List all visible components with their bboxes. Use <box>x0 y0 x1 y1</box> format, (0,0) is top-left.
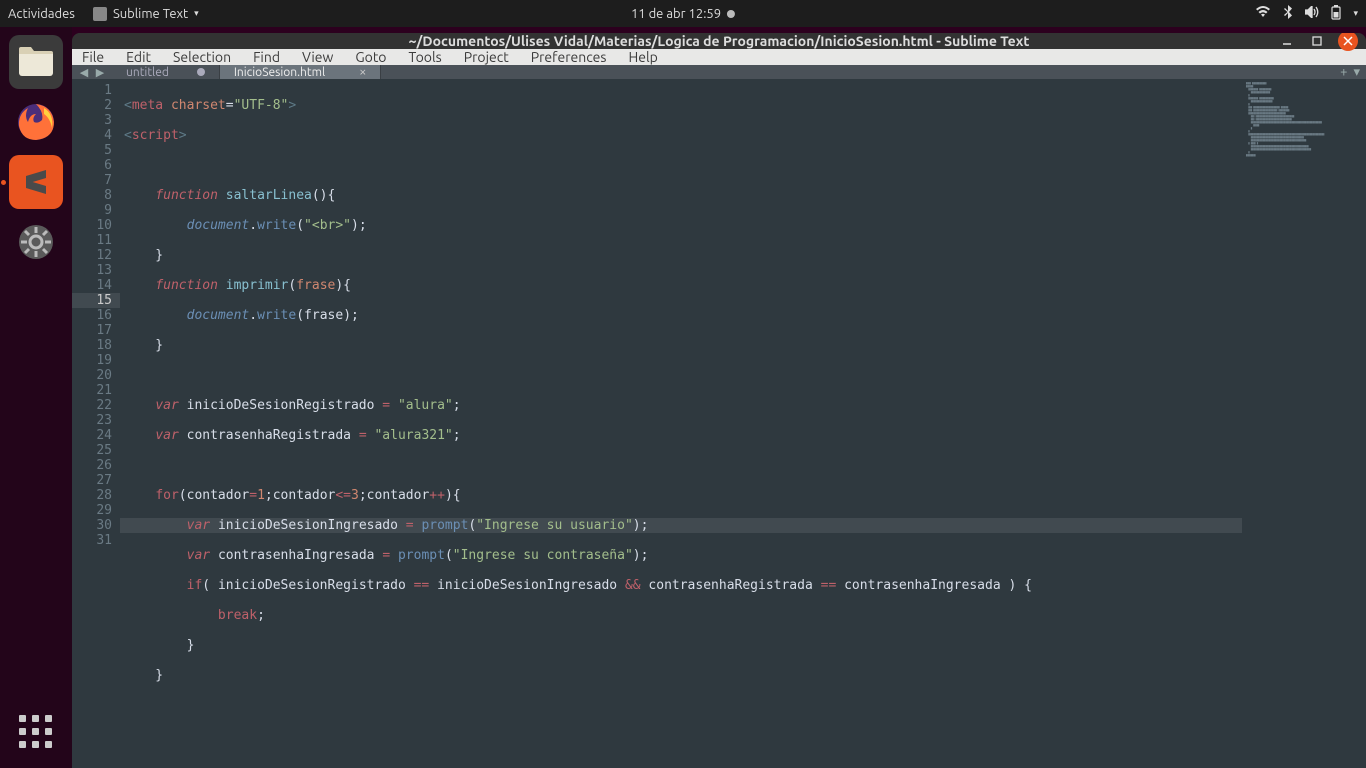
tabbar: ◀ ▶ untitled InicioSesion.html × + ▾ <box>72 65 1366 79</box>
ubuntu-dock <box>0 27 72 768</box>
gnome-topbar: Actividades Sublime Text ▾ 11 de abr 12:… <box>0 0 1366 27</box>
menu-find[interactable]: Find <box>253 49 280 65</box>
dock-sublime[interactable] <box>9 155 63 209</box>
show-applications-button[interactable] <box>12 708 60 756</box>
menu-project[interactable]: Project <box>464 49 509 65</box>
tab-nav-back-icon[interactable]: ◀ <box>80 66 88 79</box>
chevron-down-icon: ▾ <box>194 8 199 19</box>
menu-tools[interactable]: Tools <box>409 49 442 65</box>
close-tab-icon[interactable]: × <box>359 65 366 79</box>
minimap-content: ████ ████████████ ██████ ████████ ██████… <box>1246 83 1348 158</box>
menu-edit[interactable]: Edit <box>126 49 151 65</box>
dock-files[interactable] <box>9 35 63 89</box>
sublime-window: ~/Documentos/Ulises Vidal/Materias/Logic… <box>72 33 1366 768</box>
tab-untitled[interactable]: untitled <box>112 65 220 79</box>
topbar-app-menu[interactable]: Sublime Text ▾ <box>93 7 199 21</box>
menu-preferences[interactable]: Preferences <box>531 49 607 65</box>
menu-selection[interactable]: Selection <box>173 49 231 65</box>
sublime-icon <box>93 7 107 21</box>
topbar-clock[interactable]: 11 de abr 12:59 <box>631 7 735 21</box>
menu-goto[interactable]: Goto <box>355 49 386 65</box>
chevron-down-icon: ▾ <box>1353 8 1358 19</box>
system-tray[interactable]: ▾ <box>1255 5 1358 23</box>
new-tab-icon[interactable]: + <box>1340 65 1347 79</box>
tab-nav-forward-icon[interactable]: ▶ <box>96 66 104 79</box>
bluetooth-icon <box>1283 5 1293 22</box>
dock-firefox[interactable] <box>9 95 63 149</box>
maximize-button[interactable] <box>1308 33 1326 50</box>
line-gutter[interactable]: 1234567891011121314151617181920212223242… <box>72 79 120 768</box>
minimap[interactable]: ████ ████████████ ██████ ████████ ██████… <box>1242 79 1352 768</box>
menu-view[interactable]: View <box>302 49 333 65</box>
dock-settings[interactable] <box>9 215 63 269</box>
vertical-scrollbar[interactable] <box>1352 79 1366 768</box>
battery-icon <box>1331 5 1341 23</box>
tab-iniciosesion[interactable]: InicioSesion.html × <box>220 65 382 79</box>
window-titlebar[interactable]: ~/Documentos/Ulises Vidal/Materias/Logic… <box>72 33 1366 49</box>
menubar: File Edit Selection Find View Goto Tools… <box>72 49 1366 65</box>
editor: 1234567891011121314151617181920212223242… <box>72 79 1366 768</box>
dirty-indicator-icon <box>197 68 205 76</box>
window-title: ~/Documentos/Ulises Vidal/Materias/Logic… <box>409 33 1030 49</box>
notification-dot-icon <box>727 10 735 18</box>
volume-icon <box>1305 6 1319 21</box>
menu-help[interactable]: Help <box>628 49 657 65</box>
wifi-icon <box>1255 6 1271 21</box>
activities-button[interactable]: Actividades <box>8 7 75 21</box>
close-button[interactable] <box>1338 33 1358 51</box>
minimize-button[interactable] <box>1278 33 1296 50</box>
tab-dropdown-icon[interactable]: ▾ <box>1353 65 1360 80</box>
menu-file[interactable]: File <box>82 49 104 65</box>
running-indicator-icon <box>1 180 6 185</box>
code-area[interactable]: <meta charset="UTF-8"> <script> function… <box>120 79 1242 768</box>
